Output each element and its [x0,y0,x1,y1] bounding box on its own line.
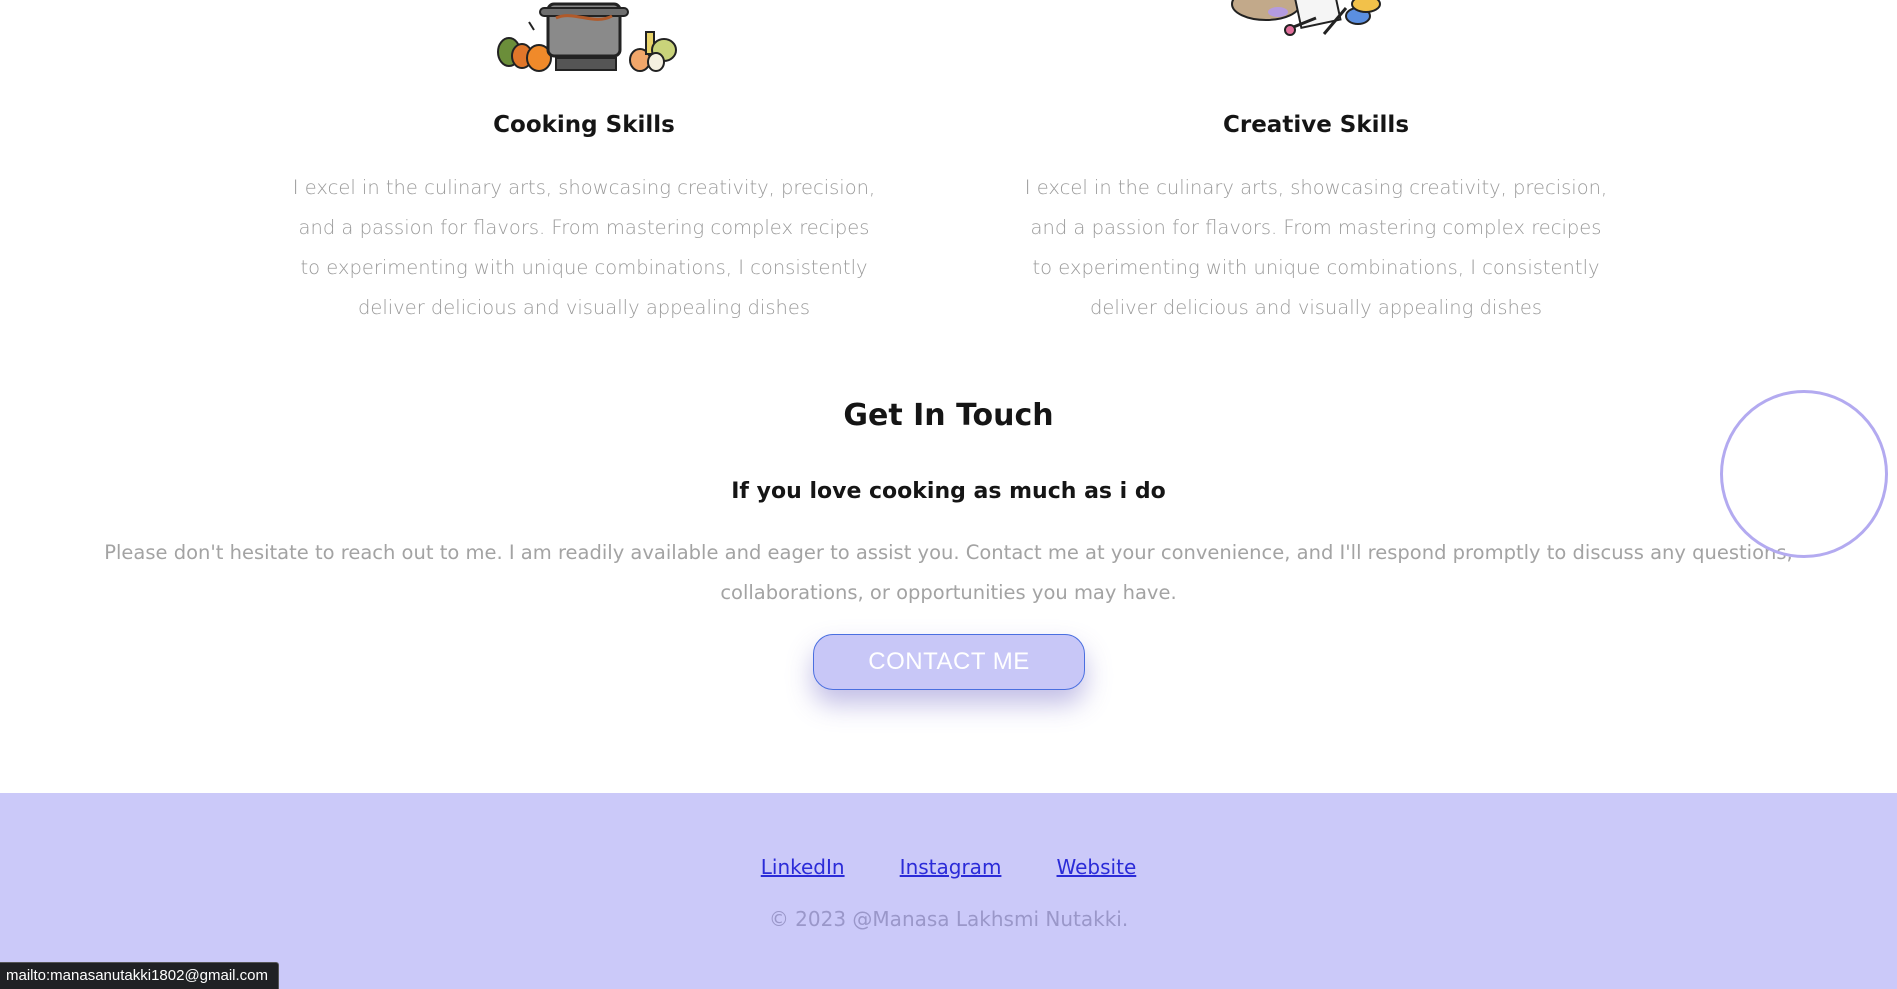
skill-title: Creative Skills [1222,112,1410,138]
contact-section-subtitle: If you love cooking as much as i do [731,479,1166,504]
footer-link-linkedin[interactable]: LinkedIn [761,855,845,879]
status-bar-url: mailto:manasanutakki1802@gmail.com [0,962,280,989]
cursor-circle [1720,390,1888,558]
footer-links: LinkedIn Instagram Website [0,855,1897,879]
skill-description: I excel in the culinary arts, showcasing… [1024,176,1608,319]
skill-title: Cooking Skills [493,112,675,138]
footer-link-website[interactable]: Website [1057,855,1137,879]
skills-section: Cooking Skills I excel in the culinary a… [0,0,1897,340]
footer-copyright: © 2023 @Manasa Lakhsmi Nutakki. [768,907,1129,931]
contact-section-title: Get In Touch [843,398,1054,433]
art-supplies-icon [1231,0,1381,36]
contact-me-button[interactable]: CONTACT ME [813,634,1085,690]
footer-link-instagram[interactable]: Instagram [900,855,1002,879]
page: Cooking Skills I excel in the culinary a… [0,0,1897,989]
footer: LinkedIn Instagram Website © 2023 @Manas… [0,793,1897,989]
skill-description: I excel in the culinary arts, showcasing… [292,176,876,319]
cooking-pot-icon [497,2,677,72]
contact-section-description: Please don't hesitate to reach out to me… [104,541,1793,604]
